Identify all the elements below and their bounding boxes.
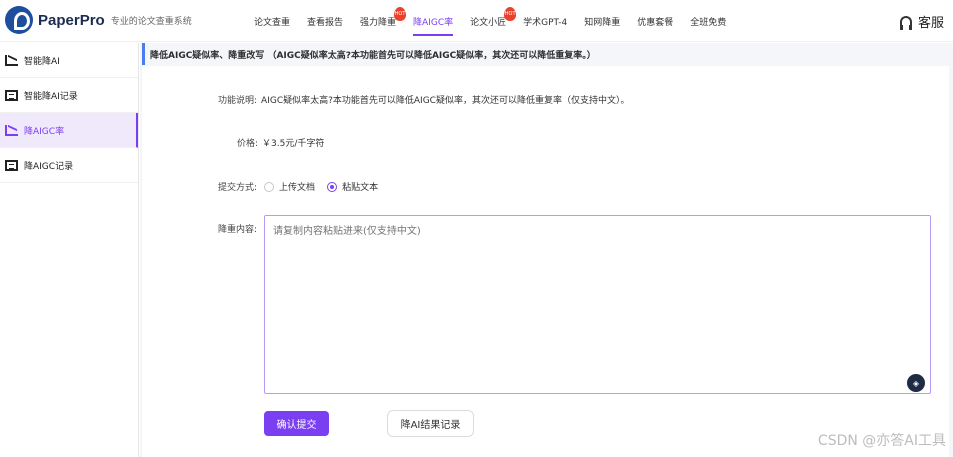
customer-service-label: 客服 bbox=[917, 16, 944, 31]
description-value: AIGC疑似率太高?本功能首先可以降低AIGC疑似率，其次还可以降低重复率（仅支… bbox=[261, 96, 630, 106]
brand-name: PaperPro bbox=[38, 11, 105, 29]
nav-item-paper-craftsman[interactable]: 论文小匠 HOT bbox=[470, 0, 517, 42]
sidebar-item-label: 降AIGC记录 bbox=[24, 161, 74, 172]
confirm-submit-button[interactable]: 确认提交 bbox=[264, 411, 329, 436]
sidebar-item-reduce-aigc-records[interactable]: 降AIGC记录 bbox=[0, 148, 138, 183]
content-label: 降重内容: bbox=[218, 225, 258, 235]
main-nav: 论文查重 查看报告 强力降重 HOT 降AIGC率 论文小匠 HOT 学术GPT-4… bbox=[254, 0, 743, 42]
sidebar-item-label: 降AIGC率 bbox=[24, 126, 65, 137]
sidebar-item-reduce-aigc[interactable]: 降AIGC率 bbox=[0, 113, 138, 148]
hot-flame-icon: HOT bbox=[394, 7, 407, 21]
price-value: ￥3.5元/千字符 bbox=[262, 139, 325, 149]
content-textarea[interactable] bbox=[264, 215, 931, 394]
content-label-row: 降重内容: bbox=[218, 222, 257, 235]
nav-item-paper-check[interactable]: 论文查重 bbox=[254, 0, 290, 42]
sidebar-item-smart-reduce-ai[interactable]: 智能降AI bbox=[0, 43, 138, 78]
submit-method-label: 提交方式: bbox=[218, 183, 258, 193]
upload-document-radio[interactable] bbox=[264, 181, 275, 192]
document-icon bbox=[5, 89, 18, 101]
submit-method-row: 提交方式: 上传文档 粘贴文本 bbox=[218, 180, 390, 193]
chart-icon bbox=[5, 54, 18, 66]
nav-item-class-free[interactable]: 全班免费 bbox=[690, 0, 726, 42]
document-icon bbox=[5, 159, 18, 171]
sidebar: 智能降AI 智能降AI记录 降AIGC率 降AIGC记录 bbox=[0, 43, 139, 457]
description-label: 功能说明: bbox=[218, 96, 258, 106]
paperpro-logo-icon bbox=[5, 6, 33, 34]
description-row: 功能说明: AIGC疑似率太高?本功能首先可以降低AIGC疑似率，其次还可以降低… bbox=[218, 93, 629, 106]
notice-bar: 降低AIGC疑似率、降重改写 （AIGC疑似率太高?本功能首先可以降低AIGC疑… bbox=[142, 43, 949, 65]
nav-item-strong-rewrite[interactable]: 强力降重 HOT bbox=[360, 0, 407, 42]
sidebar-item-label: 智能降AI记录 bbox=[24, 91, 78, 102]
hot-flame-icon: HOT bbox=[504, 7, 517, 21]
brand-logo[interactable]: PaperPro 专业的论文查重系统 bbox=[5, 6, 192, 34]
nav-item-discount-packages[interactable]: 优惠套餐 bbox=[637, 0, 673, 42]
ai-result-records-button[interactable]: 降AI结果记录 bbox=[387, 410, 474, 437]
assistant-icon[interactable]: ◈ bbox=[907, 374, 925, 392]
upload-document-option[interactable]: 上传文档 bbox=[264, 180, 327, 193]
watermark: CSDN @亦答AI工具 bbox=[817, 433, 946, 449]
paste-text-radio[interactable] bbox=[327, 181, 338, 192]
nav-item-academic-gpt4[interactable]: 学术GPT-4 bbox=[523, 0, 567, 42]
headset-icon bbox=[899, 16, 912, 30]
sidebar-item-smart-reduce-ai-records[interactable]: 智能降AI记录 bbox=[0, 78, 138, 113]
brand-slogan: 专业的论文查重系统 bbox=[110, 16, 192, 27]
chart-icon bbox=[5, 124, 18, 136]
nav-item-reduce-aigc[interactable]: 降AIGC率 bbox=[413, 0, 454, 42]
price-label: 价格: bbox=[237, 139, 259, 149]
nav-item-cnki-rewrite[interactable]: 知网降重 bbox=[584, 0, 620, 42]
sidebar-item-label: 智能降AI bbox=[24, 56, 60, 67]
price-row: 价格: ￥3.5元/千字符 bbox=[237, 136, 324, 149]
nav-item-view-report[interactable]: 查看报告 bbox=[307, 0, 343, 42]
customer-service-button[interactable]: 客服 bbox=[899, 12, 944, 31]
top-navigation-bar: PaperPro 专业的论文查重系统 论文查重 查看报告 强力降重 HOT 降AI… bbox=[0, 0, 953, 42]
paste-text-option[interactable]: 粘贴文本 bbox=[327, 180, 390, 193]
